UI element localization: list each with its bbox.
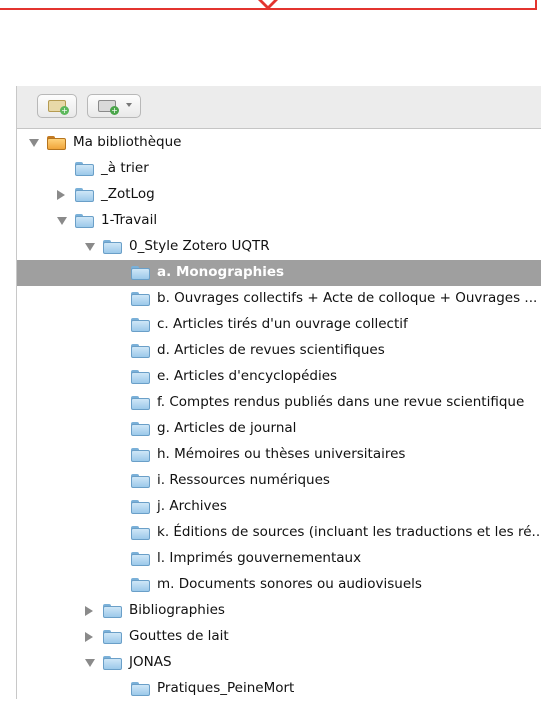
folder-icon (131, 552, 150, 566)
collection-row[interactable]: Bibliographies (17, 598, 541, 624)
folder-icon (131, 682, 150, 696)
collection-label: JONAS (129, 654, 172, 670)
collection-label: e. Articles d'encyclopédies (157, 368, 338, 384)
collection-row[interactable]: k. Éditions de sources (incluant les tra… (17, 520, 541, 546)
folder-icon (131, 578, 150, 592)
collection-row[interactable]: l. Imprimés gouvernementaux (17, 546, 541, 572)
collection-row[interactable]: 1-Travail (17, 208, 541, 234)
collection-row[interactable]: a. Monographies (17, 260, 541, 286)
collection-label: l. Imprimés gouvernementaux (157, 550, 362, 566)
folder-icon (75, 214, 94, 228)
collection-label: d. Articles de revues scientifiques (157, 342, 385, 358)
collections-pane: + + Ma bibliothèque _à trier _ZotLog 1-Trav… (16, 86, 541, 699)
collection-label: f. Comptes rendus publiés dans une revue… (157, 394, 525, 410)
collection-label: 1-Travail (101, 212, 158, 228)
collection-row[interactable]: f. Comptes rendus publiés dans une revue… (17, 390, 541, 416)
disclosure-closed-icon[interactable] (85, 632, 93, 642)
collection-row[interactable]: g. Articles de journal (17, 416, 541, 442)
new-collection-button[interactable]: + (37, 94, 77, 118)
collection-label: _ZotLog (101, 186, 155, 202)
chevron-down-icon (126, 103, 132, 107)
collection-label: Ma bibliothèque (73, 134, 182, 150)
collection-row[interactable]: b. Ouvrages collectifs + Acte de colloqu… (17, 286, 541, 312)
disclosure-open-icon[interactable] (29, 139, 39, 147)
collection-row[interactable]: Pratiques_PeineMort (17, 676, 541, 702)
disclosure-open-icon[interactable] (85, 243, 95, 251)
collection-label: _à trier (101, 160, 149, 176)
folder-icon (131, 370, 150, 384)
disclosure-closed-icon[interactable] (85, 606, 93, 616)
collection-label: g. Articles de journal (157, 420, 297, 436)
disclosure-closed-icon[interactable] (57, 190, 65, 200)
collection-row[interactable]: d. Articles de revues scientifiques (17, 338, 541, 364)
collection-row[interactable]: _à trier (17, 156, 541, 182)
new-collection-icon: + (48, 100, 69, 115)
collection-row[interactable]: j. Archives (17, 494, 541, 520)
folder-icon (131, 266, 150, 280)
new-library-button[interactable]: + (87, 94, 141, 118)
disclosure-open-icon[interactable] (57, 217, 67, 225)
collection-row[interactable]: e. Articles d'encyclopédies (17, 364, 541, 390)
folder-icon (75, 188, 94, 202)
collection-label: i. Ressources numériques (157, 472, 330, 488)
collection-label: Pratiques_PeineMort (157, 680, 295, 696)
folder-icon (131, 474, 150, 488)
collection-row[interactable]: Gouttes de lait (17, 624, 541, 650)
folder-icon (131, 422, 150, 436)
folder-icon (103, 240, 122, 254)
collection-row[interactable]: m. Documents sonores ou audiovisuels (17, 572, 541, 598)
collection-row[interactable]: i. Ressources numériques (17, 468, 541, 494)
collection-row[interactable]: _ZotLog (17, 182, 541, 208)
collection-label: Gouttes de lait (129, 628, 229, 644)
folder-icon (131, 396, 150, 410)
collection-label: 0_Style Zotero UQTR (129, 238, 270, 254)
collection-label: m. Documents sonores ou audiovisuels (157, 576, 422, 592)
folder-icon (103, 656, 122, 670)
library-icon (47, 136, 66, 150)
folder-icon (103, 630, 122, 644)
disclosure-open-icon[interactable] (85, 659, 95, 667)
collection-tree: Ma bibliothèque _à trier _ZotLog 1-Travail 0… (17, 130, 541, 702)
folder-icon (131, 500, 150, 514)
callout-pointer (258, 0, 278, 10)
collection-label: h. Mémoires ou thèses universitaires (157, 446, 406, 462)
collections-toolbar: + + (17, 86, 541, 129)
collection-row[interactable]: JONAS (17, 650, 541, 676)
folder-icon (131, 344, 150, 358)
folder-icon (131, 448, 150, 462)
collection-label: j. Archives (157, 498, 227, 514)
folder-icon (75, 162, 94, 176)
collection-label: a. Monographies (157, 264, 285, 280)
collection-label: k. Éditions de sources (incluant les tra… (157, 524, 541, 540)
collection-label: c. Articles tirés d'un ouvrage collectif (157, 316, 408, 332)
collection-row[interactable]: 0_Style Zotero UQTR (17, 234, 541, 260)
folder-icon (131, 292, 150, 306)
collection-row[interactable]: h. Mémoires ou thèses universitaires (17, 442, 541, 468)
folder-icon (103, 604, 122, 618)
folder-icon (131, 526, 150, 540)
new-library-icon: + (98, 100, 119, 115)
collection-row[interactable]: Ma bibliothèque (17, 130, 541, 156)
collection-label: Bibliographies (129, 602, 225, 618)
collection-row[interactable]: c. Articles tirés d'un ouvrage collectif (17, 312, 541, 338)
folder-icon (131, 318, 150, 332)
collection-label: b. Ouvrages collectifs + Acte de colloqu… (157, 290, 538, 306)
